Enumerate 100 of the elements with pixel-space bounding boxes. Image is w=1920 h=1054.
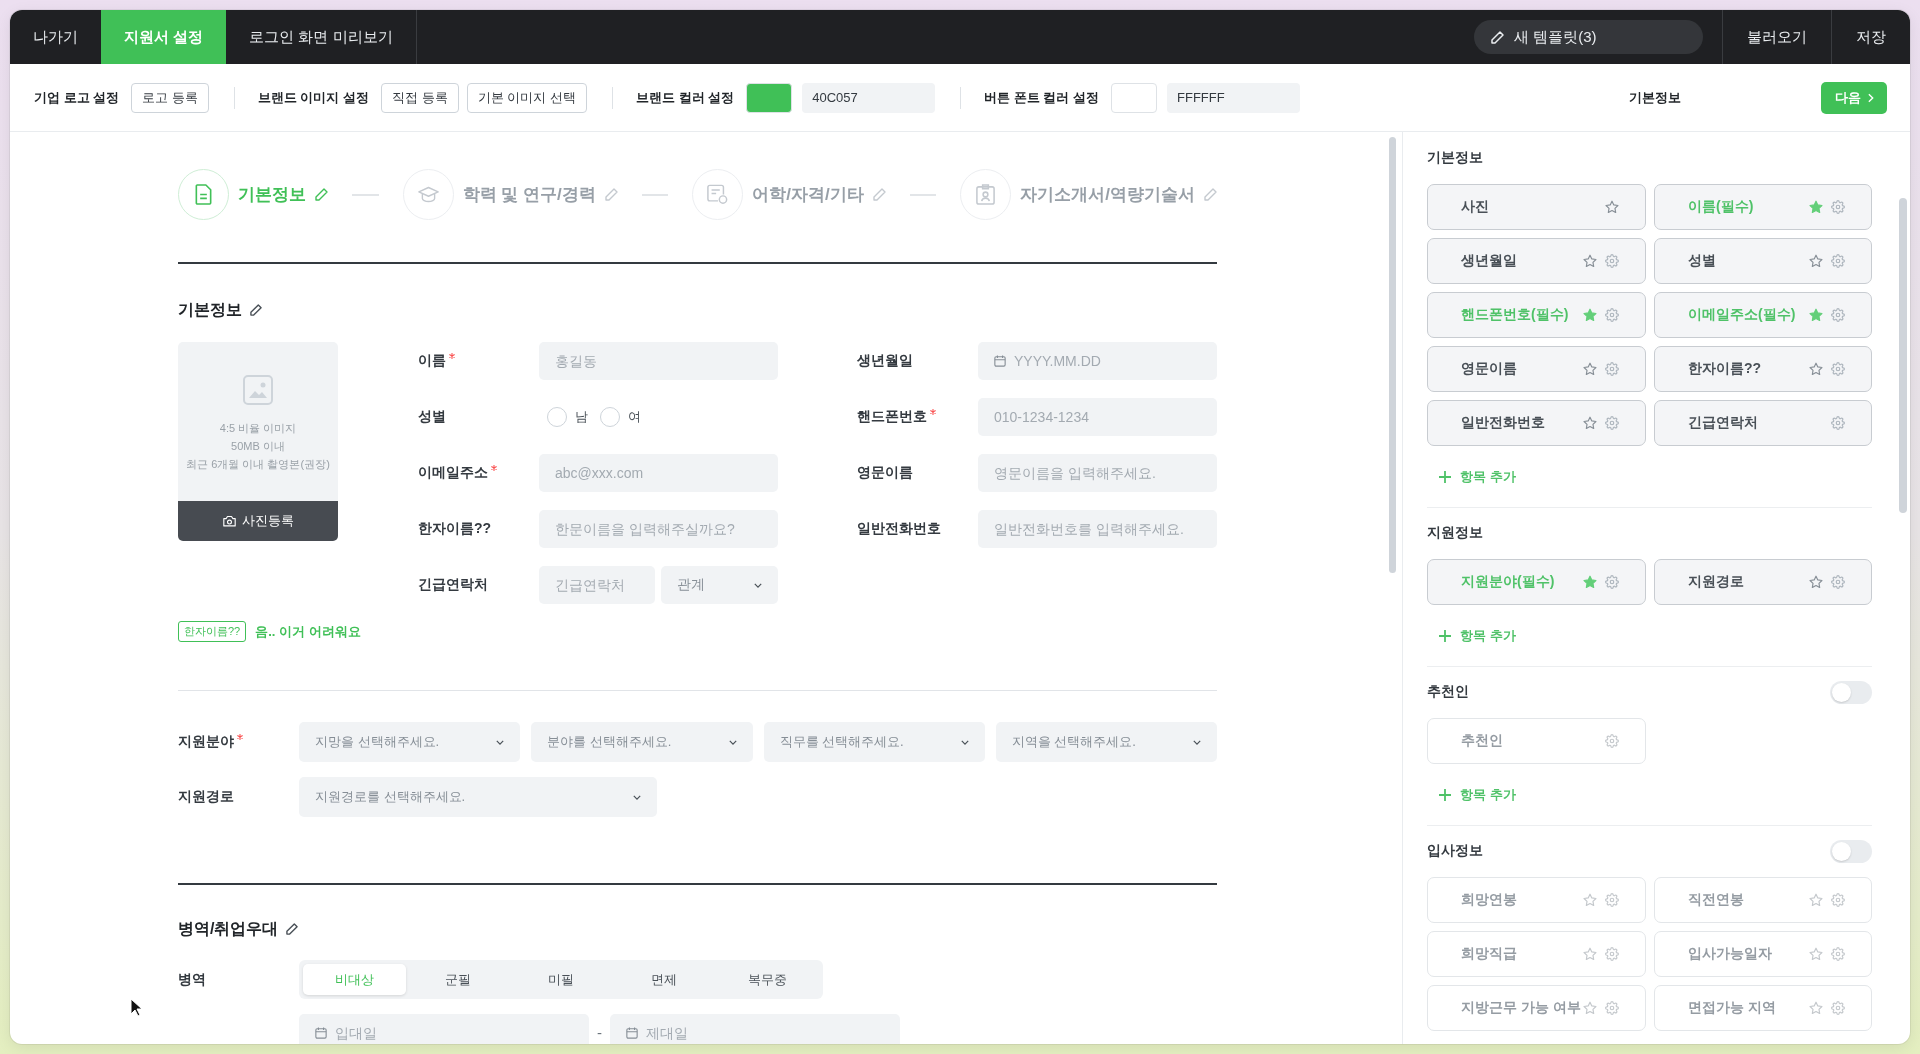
- toolbar-button[interactable]: 기본 이미지 선택: [466, 82, 587, 113]
- field-card[interactable]: 생년월일: [1427, 238, 1646, 284]
- dropdown[interactable]: 직무를 선택해주세요.: [763, 722, 985, 762]
- field-card[interactable]: 지원분야(필수): [1427, 559, 1646, 605]
- date-field[interactable]: 제대일: [610, 1014, 900, 1044]
- settings-icon[interactable]: [1605, 893, 1619, 907]
- field-card[interactable]: 사진: [1427, 184, 1646, 230]
- step-tab[interactable]: 어학/자격/기타: [692, 169, 886, 220]
- radio-button-icon[interactable]: [600, 407, 620, 427]
- field-card[interactable]: 지원경로: [1654, 559, 1872, 605]
- pencil-icon[interactable]: [286, 923, 299, 935]
- field-card[interactable]: 핸드폰번호(필수): [1427, 292, 1646, 338]
- radio-option[interactable]: 여: [600, 407, 641, 427]
- field-card[interactable]: 긴급연락처: [1654, 400, 1872, 446]
- hex-color-field[interactable]: FFFFFF: [1167, 82, 1301, 113]
- star-icon[interactable]: [1583, 1001, 1597, 1015]
- settings-icon[interactable]: [1831, 416, 1845, 430]
- star-icon[interactable]: [1809, 575, 1823, 589]
- star-icon[interactable]: [1809, 254, 1823, 268]
- settings-icon[interactable]: [1605, 254, 1619, 268]
- star-icon[interactable]: [1583, 254, 1597, 268]
- nav-tab[interactable]: 지원서 설정: [101, 10, 227, 64]
- radio-button-icon[interactable]: [547, 407, 567, 427]
- settings-icon[interactable]: [1831, 308, 1845, 322]
- field-card[interactable]: 희망직급: [1427, 931, 1646, 977]
- settings-icon[interactable]: [1605, 308, 1619, 322]
- settings-icon[interactable]: [1831, 200, 1845, 214]
- text-field[interactable]: 010-1234-1234: [978, 398, 1217, 436]
- next-button[interactable]: 다음: [1821, 81, 1887, 114]
- field-card[interactable]: 희망연봉: [1427, 877, 1646, 923]
- settings-icon[interactable]: [1831, 893, 1845, 907]
- add-item-button[interactable]: 항목 추가: [1427, 467, 1516, 487]
- star-icon[interactable]: [1809, 308, 1823, 322]
- field-card[interactable]: 이름(필수): [1654, 184, 1872, 230]
- field-card[interactable]: 직전연봉: [1654, 877, 1872, 923]
- settings-icon[interactable]: [1831, 575, 1845, 589]
- step-tab[interactable]: 학력 및 연구/경력: [402, 169, 618, 220]
- text-field[interactable]: 영문이름을 입력해주세요.: [978, 454, 1217, 492]
- settings-icon[interactable]: [1831, 362, 1845, 376]
- dropdown[interactable]: 분야를 선택해주세요.: [531, 722, 753, 762]
- text-field[interactable]: 긴급연락처: [539, 566, 655, 604]
- star-icon[interactable]: [1809, 1001, 1823, 1015]
- new-template-button[interactable]: 새 템플릿(3): [1474, 20, 1703, 54]
- header-action-button[interactable]: 저장: [1831, 10, 1910, 64]
- step-tab[interactable]: 자기소개서/역량기술서: [960, 169, 1217, 220]
- settings-icon[interactable]: [1831, 1001, 1845, 1015]
- field-card[interactable]: 한자이름??: [1654, 346, 1872, 392]
- star-icon[interactable]: [1605, 200, 1619, 214]
- radio-option[interactable]: 남: [547, 407, 588, 427]
- pencil-icon[interactable]: [250, 304, 262, 316]
- segment-option[interactable]: 복무중: [715, 964, 819, 995]
- dropdown[interactable]: 지원경로를 선택해주세요.: [299, 777, 657, 817]
- color-swatch-icon[interactable]: [1111, 82, 1158, 113]
- settings-icon[interactable]: [1831, 947, 1845, 961]
- settings-icon[interactable]: [1605, 947, 1619, 961]
- field-card[interactable]: 지방근무 가능 여부: [1427, 985, 1646, 1031]
- field-card[interactable]: 면접가능 지역: [1654, 985, 1872, 1031]
- star-icon[interactable]: [1809, 200, 1823, 214]
- star-icon[interactable]: [1809, 893, 1823, 907]
- scrollbar-thumb[interactable]: [1899, 198, 1907, 513]
- segment-option[interactable]: 군필: [406, 964, 510, 995]
- add-item-button[interactable]: 항목 추가: [1427, 626, 1516, 646]
- hex-color-field[interactable]: 40C057: [802, 82, 936, 113]
- date-field[interactable]: 입대일: [299, 1014, 589, 1044]
- field-card[interactable]: 성별: [1654, 238, 1872, 284]
- star-icon[interactable]: [1583, 362, 1597, 376]
- segment-option[interactable]: 비대상: [303, 964, 407, 995]
- segment-option[interactable]: 면제: [612, 964, 716, 995]
- star-icon[interactable]: [1583, 893, 1597, 907]
- color-swatch-icon[interactable]: [746, 82, 793, 113]
- upload-photo-button[interactable]: 사진등록: [178, 501, 338, 541]
- field-card[interactable]: 입사가능일자: [1654, 931, 1872, 977]
- star-icon[interactable]: [1583, 416, 1597, 430]
- settings-icon[interactable]: [1605, 575, 1619, 589]
- toolbar-button[interactable]: 직접 등록: [381, 82, 459, 113]
- settings-icon[interactable]: [1605, 1001, 1619, 1015]
- star-icon[interactable]: [1809, 362, 1823, 376]
- star-icon[interactable]: [1583, 308, 1597, 322]
- dropdown[interactable]: 관계: [661, 566, 778, 604]
- field-card[interactable]: 추천인: [1427, 718, 1646, 764]
- header-action-button[interactable]: 불러오기: [1722, 10, 1831, 64]
- settings-icon[interactable]: [1605, 362, 1619, 376]
- field-card[interactable]: 일반전화번호: [1427, 400, 1646, 446]
- settings-icon[interactable]: [1605, 416, 1619, 430]
- settings-icon[interactable]: [1831, 254, 1845, 268]
- settings-icon[interactable]: [1605, 734, 1619, 748]
- star-icon[interactable]: [1583, 575, 1597, 589]
- text-field[interactable]: 한문이름을 입력해주실까요?: [539, 510, 778, 548]
- star-icon[interactable]: [1583, 947, 1597, 961]
- toggle-switch[interactable]: [1830, 839, 1872, 863]
- date-field[interactable]: YYYY.MM.DD: [978, 342, 1217, 380]
- nav-tab[interactable]: 로그인 화면 미리보기: [226, 10, 417, 64]
- star-icon[interactable]: [1809, 947, 1823, 961]
- step-tab[interactable]: 기본정보: [178, 169, 328, 220]
- dropdown[interactable]: 지망을 선택해주세요.: [299, 722, 521, 762]
- dropdown[interactable]: 지역을 선택해주세요.: [995, 722, 1217, 762]
- photo-upload-area[interactable]: 4:5 비율 이미지 50MB 이내 최근 6개월 이내 촬영본(권장): [178, 342, 338, 501]
- text-field[interactable]: abc@xxx.com: [539, 454, 778, 492]
- field-card[interactable]: 영문이름: [1427, 346, 1646, 392]
- text-field[interactable]: 일반전화번호를 입력해주세요.: [978, 510, 1217, 548]
